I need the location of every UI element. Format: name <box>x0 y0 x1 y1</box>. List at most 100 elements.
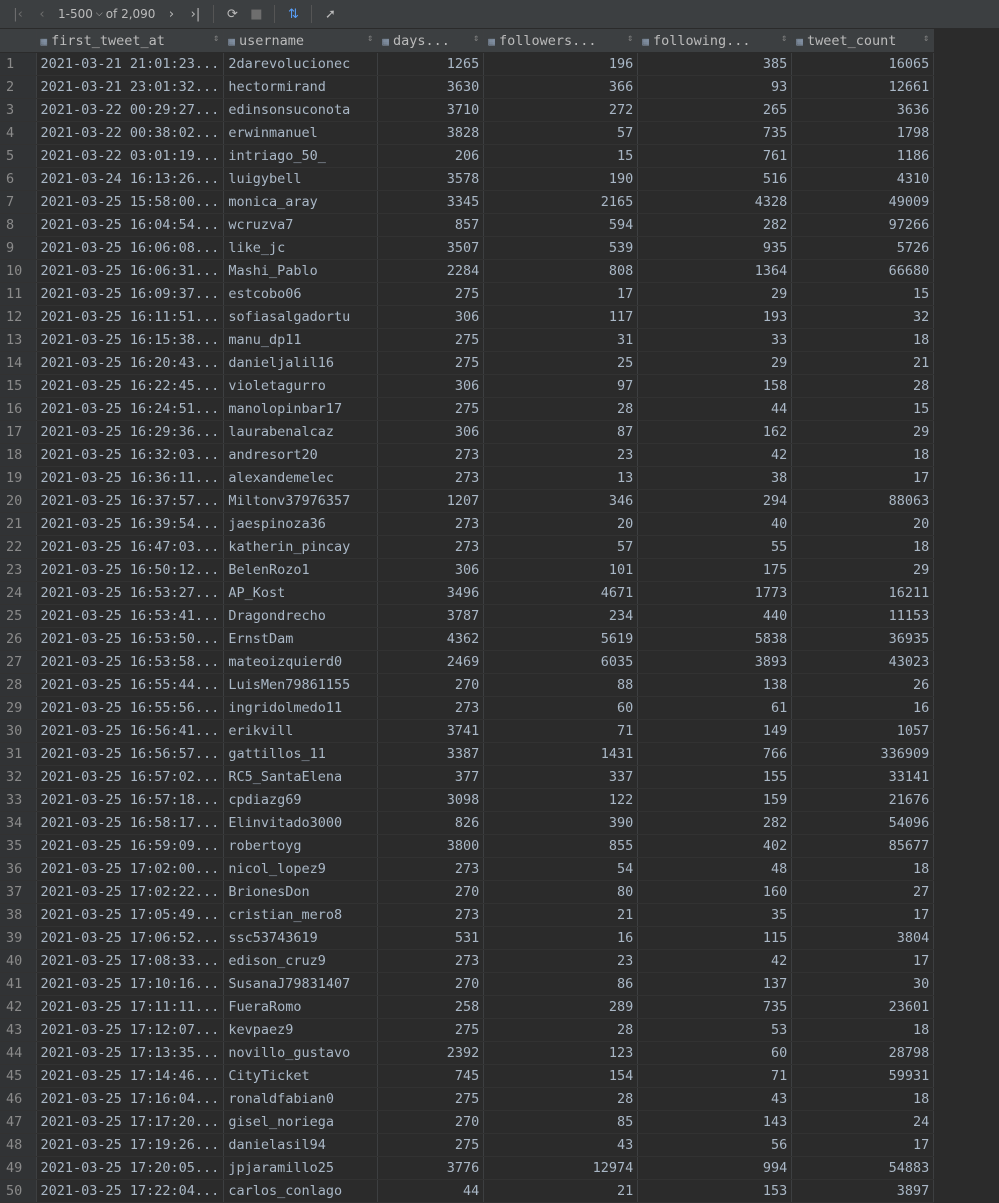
table-cell[interactable]: 93 <box>637 75 793 99</box>
sort-icon[interactable]: ⇕ <box>923 33 929 44</box>
table-cell[interactable]: cristian_mero8 <box>223 903 379 927</box>
table-cell[interactable]: 2021-03-25 16:57:18... <box>36 788 225 812</box>
table-cell[interactable]: 1798 <box>791 121 935 145</box>
table-cell[interactable]: 282 <box>637 811 793 835</box>
table-cell[interactable]: 162 <box>637 420 793 444</box>
table-row[interactable]: 33 2021-03-25 16:57:18... cpdiazg69 3098 122… <box>0 788 935 812</box>
table-cell[interactable]: robertoyg <box>223 834 379 858</box>
table-cell[interactable]: 85677 <box>791 834 935 858</box>
table-cell[interactable]: 3800 <box>377 834 485 858</box>
table-cell[interactable]: 57 <box>483 121 639 145</box>
table-cell[interactable]: 2021-03-25 17:16:04... <box>36 1087 225 1111</box>
table-cell[interactable]: 808 <box>483 259 639 283</box>
table-cell[interactable]: 275 <box>377 282 485 306</box>
table-cell[interactable]: 2021-03-25 16:53:41... <box>36 604 225 628</box>
table-cell[interactable]: 4671 <box>483 581 639 605</box>
table-row[interactable]: 9 2021-03-25 16:06:08... like_jc 3507 539 935… <box>0 236 935 260</box>
table-row[interactable]: 40 2021-03-25 17:08:33... edison_cruz9 273 2… <box>0 949 935 973</box>
table-cell[interactable]: 4362 <box>377 627 485 651</box>
table-cell[interactable]: 193 <box>637 305 793 329</box>
table-row[interactable]: 13 2021-03-25 16:15:38... manu_dp11 275 31 33… <box>0 328 935 352</box>
table-cell[interactable]: 3787 <box>377 604 485 628</box>
table-row[interactable]: 20 2021-03-25 16:37:57... Miltonv37976357 1… <box>0 489 935 513</box>
table-cell[interactable]: 2021-03-25 17:11:11... <box>36 995 225 1019</box>
table-row[interactable]: 42 2021-03-25 17:11:11... FueraRomo 258 289 7… <box>0 995 935 1019</box>
table-cell[interactable]: 16 <box>483 926 639 950</box>
table-cell[interactable]: 270 <box>377 972 485 996</box>
table-cell[interactable]: 3098 <box>377 788 485 812</box>
table-cell[interactable]: 25 <box>483 351 639 375</box>
table-cell[interactable]: 275 <box>377 1018 485 1042</box>
table-cell[interactable]: 273 <box>377 857 485 881</box>
table-cell[interactable]: 38 <box>637 466 793 490</box>
table-cell[interactable]: 402 <box>637 834 793 858</box>
table-cell[interactable]: 275 <box>377 397 485 421</box>
column-header[interactable]: ▦ days... ⇕ <box>377 29 485 53</box>
table-cell[interactable]: 54 <box>483 857 639 881</box>
table-row[interactable]: 5 2021-03-22 03:01:19... intriago_50_ 206 15… <box>0 144 935 168</box>
table-cell[interactable]: 2021-03-25 17:06:52... <box>36 926 225 950</box>
table-row[interactable]: 44 2021-03-25 17:13:35... novillo_gustavo 2… <box>0 1041 935 1065</box>
table-cell[interactable]: 85 <box>483 1110 639 1134</box>
table-row[interactable]: 39 2021-03-25 17:06:52... ssc53743619 531 16… <box>0 926 935 950</box>
table-cell[interactable]: 273 <box>377 949 485 973</box>
table-cell[interactable]: 159 <box>637 788 793 812</box>
table-cell[interactable]: wcruzva7 <box>223 213 379 237</box>
table-row[interactable]: 48 2021-03-25 17:19:26... danielasil94 275 4… <box>0 1133 935 1157</box>
table-cell[interactable]: 234 <box>483 604 639 628</box>
first-page-icon[interactable]: |‹ <box>8 4 28 24</box>
table-cell[interactable]: 2021-03-25 16:06:08... <box>36 236 225 260</box>
table-cell[interactable]: ronaldfabian0 <box>223 1087 379 1111</box>
table-cell[interactable]: 2021-03-25 16:09:37... <box>36 282 225 306</box>
sort-icon[interactable]: ⇕ <box>473 33 479 44</box>
table-cell[interactable]: 761 <box>637 144 793 168</box>
table-cell[interactable]: 97266 <box>791 213 935 237</box>
table-cell[interactable]: 16 <box>791 696 935 720</box>
table-cell[interactable]: 855 <box>483 834 639 858</box>
table-cell[interactable]: 2darevolucionec <box>223 52 379 76</box>
table-cell[interactable]: 66680 <box>791 259 935 283</box>
table-cell[interactable]: 272 <box>483 98 639 122</box>
table-cell[interactable]: edison_cruz9 <box>223 949 379 973</box>
table-cell[interactable]: 15 <box>791 282 935 306</box>
table-cell[interactable]: 2284 <box>377 259 485 283</box>
table-cell[interactable]: nicol_lopez9 <box>223 857 379 881</box>
table-cell[interactable]: 2021-03-25 16:55:44... <box>36 673 225 697</box>
table-cell[interactable]: 2021-03-25 16:22:45... <box>36 374 225 398</box>
table-cell[interactable]: 440 <box>637 604 793 628</box>
table-cell[interactable]: carlos_conlago <box>223 1179 379 1203</box>
table-cell[interactable]: 21 <box>791 351 935 375</box>
table-cell[interactable]: 3496 <box>377 581 485 605</box>
table-cell[interactable]: 275 <box>377 1133 485 1157</box>
table-cell[interactable]: LuisMen79861155 <box>223 673 379 697</box>
table-cell[interactable]: 17 <box>483 282 639 306</box>
table-cell[interactable]: 24 <box>791 1110 935 1134</box>
table-cell[interactable]: mateoizquierd0 <box>223 650 379 674</box>
table-cell[interactable]: 117 <box>483 305 639 329</box>
table-cell[interactable]: 282 <box>637 213 793 237</box>
table-cell[interactable]: 3776 <box>377 1156 485 1180</box>
table-cell[interactable]: 18 <box>791 443 935 467</box>
table-row[interactable]: 31 2021-03-25 16:56:57... gattillos_11 3387… <box>0 742 935 766</box>
table-cell[interactable]: 3710 <box>377 98 485 122</box>
table-cell[interactable]: 2021-03-25 16:24:51... <box>36 397 225 421</box>
page-range-selector[interactable]: 1-500 ⌵ of 2,090 <box>58 7 155 21</box>
table-cell[interactable]: cpdiazg69 <box>223 788 379 812</box>
table-cell[interactable]: RC5_SantaElena <box>223 765 379 789</box>
table-cell[interactable]: hectormirand <box>223 75 379 99</box>
table-cell[interactable]: 2021-03-25 16:06:31... <box>36 259 225 283</box>
table-cell[interactable]: 29 <box>637 282 793 306</box>
table-row[interactable]: 37 2021-03-25 17:02:22... BrionesDon 270 80 1… <box>0 880 935 904</box>
table-cell[interactable]: 3345 <box>377 190 485 214</box>
table-row[interactable]: 16 2021-03-25 16:24:51... manolopinbar17 27… <box>0 397 935 421</box>
table-cell[interactable]: 1431 <box>483 742 639 766</box>
table-row[interactable]: 6 2021-03-24 16:13:26... luigybell 3578 190 5… <box>0 167 935 191</box>
table-cell[interactable]: gisel_noriega <box>223 1110 379 1134</box>
table-cell[interactable]: 1186 <box>791 144 935 168</box>
table-cell[interactable]: danieljalil16 <box>223 351 379 375</box>
table-cell[interactable]: Dragondrecho <box>223 604 379 628</box>
table-cell[interactable]: 48 <box>637 857 793 881</box>
table-row[interactable]: 27 2021-03-25 16:53:58... mateoizquierd0 24… <box>0 650 935 674</box>
table-cell[interactable]: jpjaramillo25 <box>223 1156 379 1180</box>
table-cell[interactable]: 745 <box>377 1064 485 1088</box>
